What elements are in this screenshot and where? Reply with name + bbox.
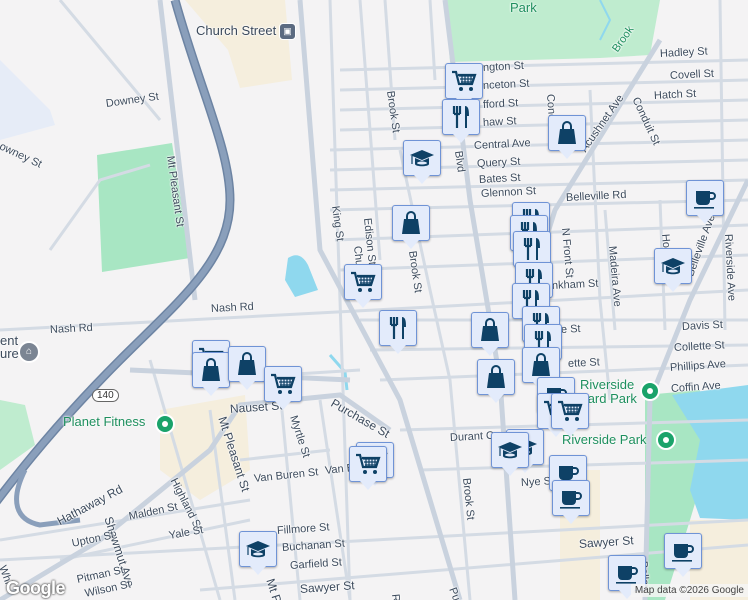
street-label: haw St xyxy=(482,115,517,129)
graduation-cap-icon xyxy=(497,438,523,462)
cafe-marker[interactable] xyxy=(664,533,702,577)
grocery-marker[interactable] xyxy=(349,446,387,490)
pond xyxy=(285,255,318,297)
fork-knife-icon xyxy=(519,237,545,261)
fork-knife-icon xyxy=(448,105,474,129)
street-label: Query St xyxy=(476,155,521,170)
grocery-marker[interactable] xyxy=(264,366,302,410)
street-label: Nash Rd xyxy=(210,300,255,315)
station-label[interactable]: Church Street xyxy=(196,23,276,38)
street-label: Durant C xyxy=(449,429,495,444)
grocery-marker[interactable] xyxy=(344,264,382,308)
route-shield: 140 xyxy=(92,389,119,402)
civic-label: ent ure xyxy=(0,333,19,361)
street-label: Covell St xyxy=(669,67,715,82)
map-canvas[interactable]: ▣ Church Street 140 ⌂ ent ure Park Brook… xyxy=(0,0,748,600)
graduation-cap-icon xyxy=(409,146,435,170)
street-label: Bates St xyxy=(478,171,521,186)
street-label: Re xyxy=(389,593,402,600)
school-marker[interactable] xyxy=(403,140,441,184)
street-grid xyxy=(0,0,748,600)
restaurant-marker[interactable] xyxy=(442,99,480,143)
street-label: ngton St xyxy=(482,59,525,74)
street-label: Nash Rd xyxy=(49,321,94,336)
restaurant-marker[interactable] xyxy=(379,310,417,354)
graduation-cap-icon xyxy=(660,254,686,278)
coffee-cup-icon xyxy=(614,561,640,585)
shopping-bag-icon xyxy=(554,121,580,145)
street-label: ette St xyxy=(567,356,601,370)
coffee-cup-icon xyxy=(692,186,718,210)
fork-knife-icon xyxy=(385,316,411,340)
brooklawn-park-label[interactable]: Park xyxy=(510,0,537,15)
shopping-marker[interactable] xyxy=(192,352,230,396)
water-area-west xyxy=(0,60,55,140)
shopping-marker[interactable] xyxy=(471,312,509,356)
graduation-cap-icon xyxy=(245,537,271,561)
planet-fitness-label[interactable]: Planet Fitness xyxy=(63,414,145,429)
map-attribution[interactable]: Map data ©2026 Google xyxy=(630,584,748,597)
shopping-marker[interactable] xyxy=(477,359,515,403)
street-label: fford St xyxy=(482,97,519,111)
planet-fitness-pin-icon[interactable] xyxy=(155,414,175,434)
cart-icon xyxy=(557,399,583,423)
grocery-marker[interactable] xyxy=(445,63,483,107)
street-label: Davis St xyxy=(681,318,724,333)
riverside-yard-pin-icon[interactable] xyxy=(640,381,660,401)
school-marker[interactable] xyxy=(491,432,529,476)
shopping-bag-icon xyxy=(198,358,224,382)
cart-icon xyxy=(355,452,381,476)
coffee-cup-icon xyxy=(558,486,584,510)
school-marker[interactable] xyxy=(654,248,692,292)
cart-icon xyxy=(270,372,296,396)
street-label: Hatch St xyxy=(653,87,697,102)
grocery-marker[interactable] xyxy=(551,393,589,437)
shopping-marker[interactable] xyxy=(548,115,586,159)
civic-building-icon[interactable]: ⌂ xyxy=(18,341,40,363)
cart-icon xyxy=(350,270,376,294)
shopping-bag-icon xyxy=(398,211,424,235)
cafe-marker[interactable] xyxy=(552,480,590,524)
street-label: e St xyxy=(560,322,581,336)
shopping-bag-icon xyxy=(528,353,554,377)
map-base-layer xyxy=(0,0,748,600)
street-label: nkham St xyxy=(551,277,599,292)
street-label: nceton St xyxy=(482,77,530,92)
cafe-marker[interactable] xyxy=(686,180,724,224)
shopping-marker[interactable] xyxy=(228,346,266,390)
shopping-bag-icon xyxy=(483,365,509,389)
cart-icon xyxy=(451,69,477,93)
street-label: Hadley St xyxy=(659,45,708,60)
shopping-bag-icon xyxy=(234,352,260,376)
coffee-cup-icon xyxy=(670,539,696,563)
riverside-park-pin-icon[interactable] xyxy=(656,430,676,450)
shopping-bag-icon xyxy=(477,318,503,342)
shopping-marker[interactable] xyxy=(392,205,430,249)
train-station-icon[interactable]: ▣ xyxy=(279,23,296,40)
google-logo: Google xyxy=(6,578,66,598)
school-marker[interactable] xyxy=(239,531,277,575)
